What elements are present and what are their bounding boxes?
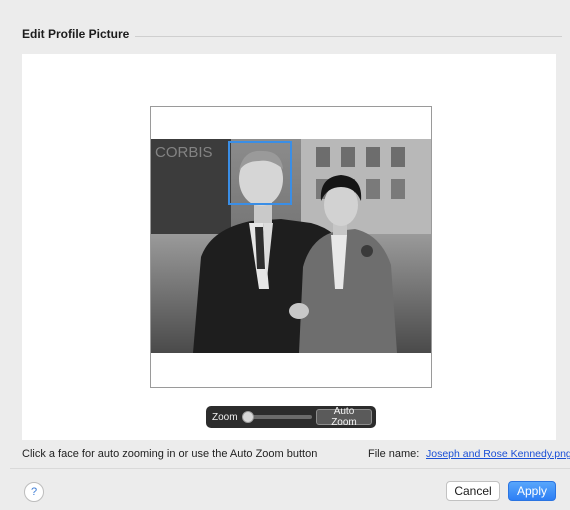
- zoom-slider[interactable]: [241, 411, 312, 423]
- picture-panel: CORBIS Zoom Auto Zoom: [22, 54, 556, 440]
- zoom-label: Zoom: [212, 411, 238, 423]
- apply-button[interactable]: Apply: [508, 481, 556, 501]
- zoom-control: Zoom Auto Zoom: [206, 406, 376, 428]
- instruction-text: Click a face for auto zooming in or use …: [22, 448, 318, 460]
- file-name-label: File name:: [368, 448, 420, 460]
- edit-profile-picture-dialog: Edit Profile Picture CORBIS Zoom Auto Zo…: [10, 10, 570, 510]
- auto-zoom-button[interactable]: Auto Zoom: [315, 406, 372, 428]
- zoom-slider-knob[interactable]: [241, 411, 254, 423]
- footer-divider: [10, 468, 570, 469]
- dialog-title-row: Edit Profile Picture: [22, 26, 562, 42]
- profile-photo[interactable]: CORBIS: [151, 139, 431, 353]
- photo-watermark: CORBIS: [155, 144, 213, 161]
- file-name-link[interactable]: Joseph and Rose Kennedy.png: [426, 448, 570, 460]
- help-button[interactable]: ?: [24, 482, 44, 502]
- face-detection-box[interactable]: [228, 141, 292, 205]
- title-divider: [135, 35, 562, 37]
- cancel-button[interactable]: Cancel: [446, 481, 500, 501]
- dialog-title: Edit Profile Picture: [22, 27, 130, 41]
- crop-frame: CORBIS: [150, 106, 432, 388]
